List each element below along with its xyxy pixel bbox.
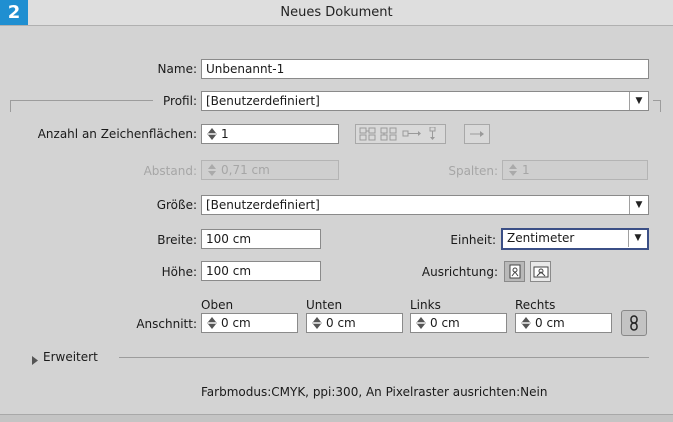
width-input[interactable]: 100 cm <box>201 229 321 249</box>
name-label: Name: <box>157 62 197 76</box>
spacing-value: 0,71 cm <box>221 163 270 177</box>
spinner-arrows-icon[interactable] <box>520 315 532 331</box>
profile-group-corner-left <box>10 100 11 112</box>
profile-group-line-right <box>653 100 660 101</box>
portrait-icon <box>509 264 521 282</box>
size-value: [Benutzerdefiniert] <box>206 198 320 212</box>
arrange-by-row-icon[interactable] <box>402 127 422 141</box>
size-dropdown[interactable]: [Benutzerdefiniert] ▼ <box>201 195 649 215</box>
spinner-arrows-icon[interactable] <box>206 315 218 331</box>
profile-value: [Benutzerdefiniert] <box>206 94 320 108</box>
bleed-label: Anschnitt: <box>136 317 197 331</box>
artboards-label: Anzahl an Zeichenflächen: <box>37 127 197 141</box>
bleed-bottom-label: Unten <box>306 298 343 312</box>
unit-value: Zentimeter <box>507 231 575 245</box>
columns-stepper[interactable]: 1 <box>502 160 648 180</box>
step-badge: 2 <box>0 0 28 25</box>
profile-group-corner-right <box>660 100 661 112</box>
height-input[interactable]: 100 cm <box>201 261 321 281</box>
arrange-by-column-icon[interactable] <box>425 126 441 141</box>
unit-label: Einheit: <box>450 233 496 247</box>
spacing-stepper[interactable]: 0,71 cm <box>201 160 339 180</box>
bleed-bottom-value: 0 cm <box>326 316 356 330</box>
profile-label: Profil: <box>163 94 197 108</box>
profile-group-line-left <box>10 100 153 101</box>
advanced-separator <box>119 357 649 358</box>
height-label: Höhe: <box>161 265 197 279</box>
dropdown-arrow-icon: ▼ <box>629 92 648 110</box>
right-to-left-icon <box>469 128 485 143</box>
grid-by-column-icon[interactable] <box>380 127 398 141</box>
portrait-button[interactable] <box>504 261 525 282</box>
disclosure-triangle-icon[interactable] <box>31 354 40 365</box>
bleed-right-stepper[interactable]: 0 cm <box>515 313 612 333</box>
dropdown-arrow-icon: ▼ <box>628 230 647 247</box>
bleed-left-stepper[interactable]: 0 cm <box>410 313 507 333</box>
landscape-icon <box>533 266 549 281</box>
document-info: Farbmodus:CMYK, ppi:300, An Pixelraster … <box>201 385 548 399</box>
grid-by-row-icon[interactable] <box>359 127 377 141</box>
bleed-top-label: Oben <box>201 298 234 312</box>
dropdown-arrow-icon: ▼ <box>629 196 648 214</box>
spinner-arrows-icon[interactable] <box>415 315 427 331</box>
link-bleed-button[interactable] <box>621 310 647 336</box>
chain-link-icon <box>629 315 640 334</box>
columns-label: Spalten: <box>448 164 498 178</box>
artboards-value: 1 <box>221 127 229 141</box>
size-label: Größe: <box>156 198 197 212</box>
bleed-top-stepper[interactable]: 0 cm <box>201 313 298 333</box>
name-input[interactable]: Unbenannt-1 <box>201 59 649 79</box>
bleed-left-label: Links <box>410 298 441 312</box>
spinner-arrows-icon <box>206 162 218 178</box>
spinner-arrows-icon[interactable] <box>311 315 323 331</box>
spacing-label: Abstand: <box>143 164 197 178</box>
advanced-toggle[interactable]: Erweitert <box>43 350 98 364</box>
bleed-left-value: 0 cm <box>430 316 460 330</box>
orientation-label: Ausrichtung: <box>421 265 498 279</box>
artboards-stepper[interactable]: 1 <box>201 124 339 144</box>
width-label: Breite: <box>157 233 197 247</box>
bleed-bottom-stepper[interactable]: 0 cm <box>306 313 403 333</box>
unit-dropdown[interactable]: Zentimeter ▼ <box>501 228 649 250</box>
spinner-arrows-icon[interactable] <box>206 126 218 142</box>
bleed-right-value: 0 cm <box>535 316 565 330</box>
bleed-top-value: 0 cm <box>221 316 251 330</box>
right-to-left-button[interactable] <box>464 124 490 144</box>
landscape-button[interactable] <box>530 261 551 282</box>
window-title: Neues Dokument <box>280 5 393 20</box>
spinner-arrows-icon <box>507 162 519 178</box>
bleed-right-label: Rechts <box>515 298 556 312</box>
columns-value: 1 <box>522 163 530 177</box>
profile-dropdown[interactable]: [Benutzerdefiniert] ▼ <box>201 91 649 111</box>
